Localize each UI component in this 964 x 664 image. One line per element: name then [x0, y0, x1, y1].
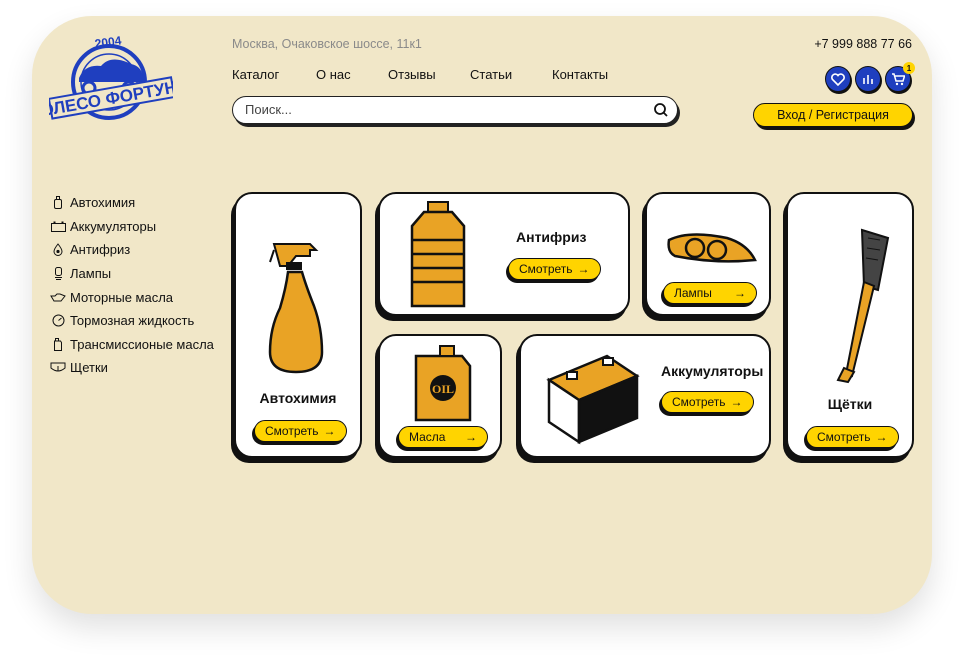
card-brushes[interactable]: Щётки Смотреть →: [786, 192, 914, 458]
arrow-right-icon: →: [730, 395, 743, 409]
spray-bottle-icon: [268, 238, 332, 378]
category-sidebar: Автохимия Аккумуляторы Антифриз Лампы Мо…: [50, 191, 214, 380]
phone-number[interactable]: +7 999 888 77 66: [814, 37, 912, 51]
oilcan-icon: [50, 290, 66, 304]
card-autochem[interactable]: Автохимия Смотреть →: [234, 192, 362, 458]
arrow-right-icon: →: [734, 286, 746, 300]
oil-can-icon: OIL: [412, 342, 474, 422]
drop-icon: [50, 243, 66, 257]
canister-icon: [50, 337, 66, 351]
nav-about[interactable]: О нас: [316, 67, 388, 82]
sidebar-item-label: Тормозная жидкость: [70, 313, 195, 329]
gauge-icon: [50, 314, 66, 328]
card-antifreeze[interactable]: Антифриз Смотреть →: [378, 192, 630, 316]
sidebar-item-motor-oils[interactable]: Моторные масла: [50, 285, 214, 309]
canister-bottle-icon: [406, 200, 470, 308]
card-title: Щётки: [827, 396, 873, 412]
card-batteries[interactable]: Аккумуляторы Смотреть →: [519, 334, 771, 458]
view-lamps-button[interactable]: Лампы →: [663, 282, 757, 304]
view-oils-button[interactable]: Масла →: [398, 426, 488, 448]
card-title: Автохимия: [259, 390, 337, 406]
wiper-icon: [50, 361, 66, 375]
view-antifreeze-button[interactable]: Смотреть →: [508, 258, 601, 280]
favorites-button[interactable]: [825, 66, 851, 92]
nav-contacts[interactable]: Контакты: [552, 67, 608, 82]
sidebar-item-brake-fluid[interactable]: Тормозная жидкость: [50, 309, 214, 333]
battery-icon: [50, 219, 66, 233]
nav-reviews[interactable]: Отзывы: [388, 67, 470, 82]
chart-icon: [862, 73, 874, 85]
arrow-right-icon: →: [875, 430, 888, 444]
sidebar-item-lamps[interactable]: Лампы: [50, 262, 214, 286]
sidebar-item-transmission-oils[interactable]: Трансмиссионые масла: [50, 333, 214, 357]
arrow-right-icon: →: [465, 430, 477, 444]
sidebar-item-label: Аккумуляторы: [70, 218, 157, 234]
search-icon[interactable]: [653, 102, 669, 118]
headlight-icon: [667, 230, 757, 266]
card-title: Антифриз: [516, 229, 587, 245]
arrow-right-icon: →: [577, 262, 590, 276]
main-nav: Каталог О нас Отзывы Статьи Контакты: [232, 67, 608, 82]
cart-button[interactable]: 1: [885, 62, 915, 92]
oil-can-label: OIL: [432, 382, 454, 396]
nav-articles[interactable]: Статьи: [470, 67, 552, 82]
cart-count-badge: 1: [903, 62, 915, 74]
login-register-button[interactable]: Вход / Регистрация: [753, 103, 913, 127]
sidebar-item-antifreeze[interactable]: Антифриз: [50, 238, 214, 262]
compare-button[interactable]: [855, 66, 881, 92]
address: Москва, Очаковское шоссе, 11к1: [232, 37, 422, 51]
card-title: Аккумуляторы: [661, 363, 764, 379]
sidebar-item-label: Лампы: [70, 266, 112, 282]
card-lamps[interactable]: Лампы →: [645, 192, 771, 316]
view-autochem-button[interactable]: Смотреть →: [254, 420, 347, 442]
arrow-right-icon: →: [323, 424, 336, 438]
nav-catalog[interactable]: Каталог: [232, 67, 316, 82]
bottle-icon: [50, 196, 66, 210]
search-bar: [232, 96, 678, 124]
sidebar-item-label: Автохимия: [70, 195, 136, 211]
sidebar-item-brushes[interactable]: Щетки: [50, 356, 214, 380]
sidebar-item-label: Трансмиссионые масла: [70, 336, 214, 352]
sidebar-item-label: Моторные масла: [70, 289, 174, 305]
cart-icon: [891, 72, 905, 86]
sidebar-item-label: Антифриз: [70, 242, 131, 258]
view-brushes-button[interactable]: Смотреть →: [806, 426, 899, 448]
view-batteries-button[interactable]: Смотреть →: [661, 391, 754, 413]
sidebar-item-autochem[interactable]: Автохимия: [50, 191, 214, 215]
sidebar-item-label: Щетки: [70, 360, 108, 376]
heart-icon: [831, 72, 845, 86]
search-input[interactable]: [245, 102, 645, 117]
snow-brush-icon: [818, 228, 898, 388]
logo[interactable]: 2004 КОЛЕСО ФОРТУНЫ: [49, 32, 173, 124]
lamp-icon: [50, 267, 66, 281]
sidebar-item-batteries[interactable]: Аккумуляторы: [50, 215, 214, 239]
card-oils[interactable]: OIL Масла →: [378, 334, 502, 458]
car-battery-icon: [545, 348, 641, 446]
